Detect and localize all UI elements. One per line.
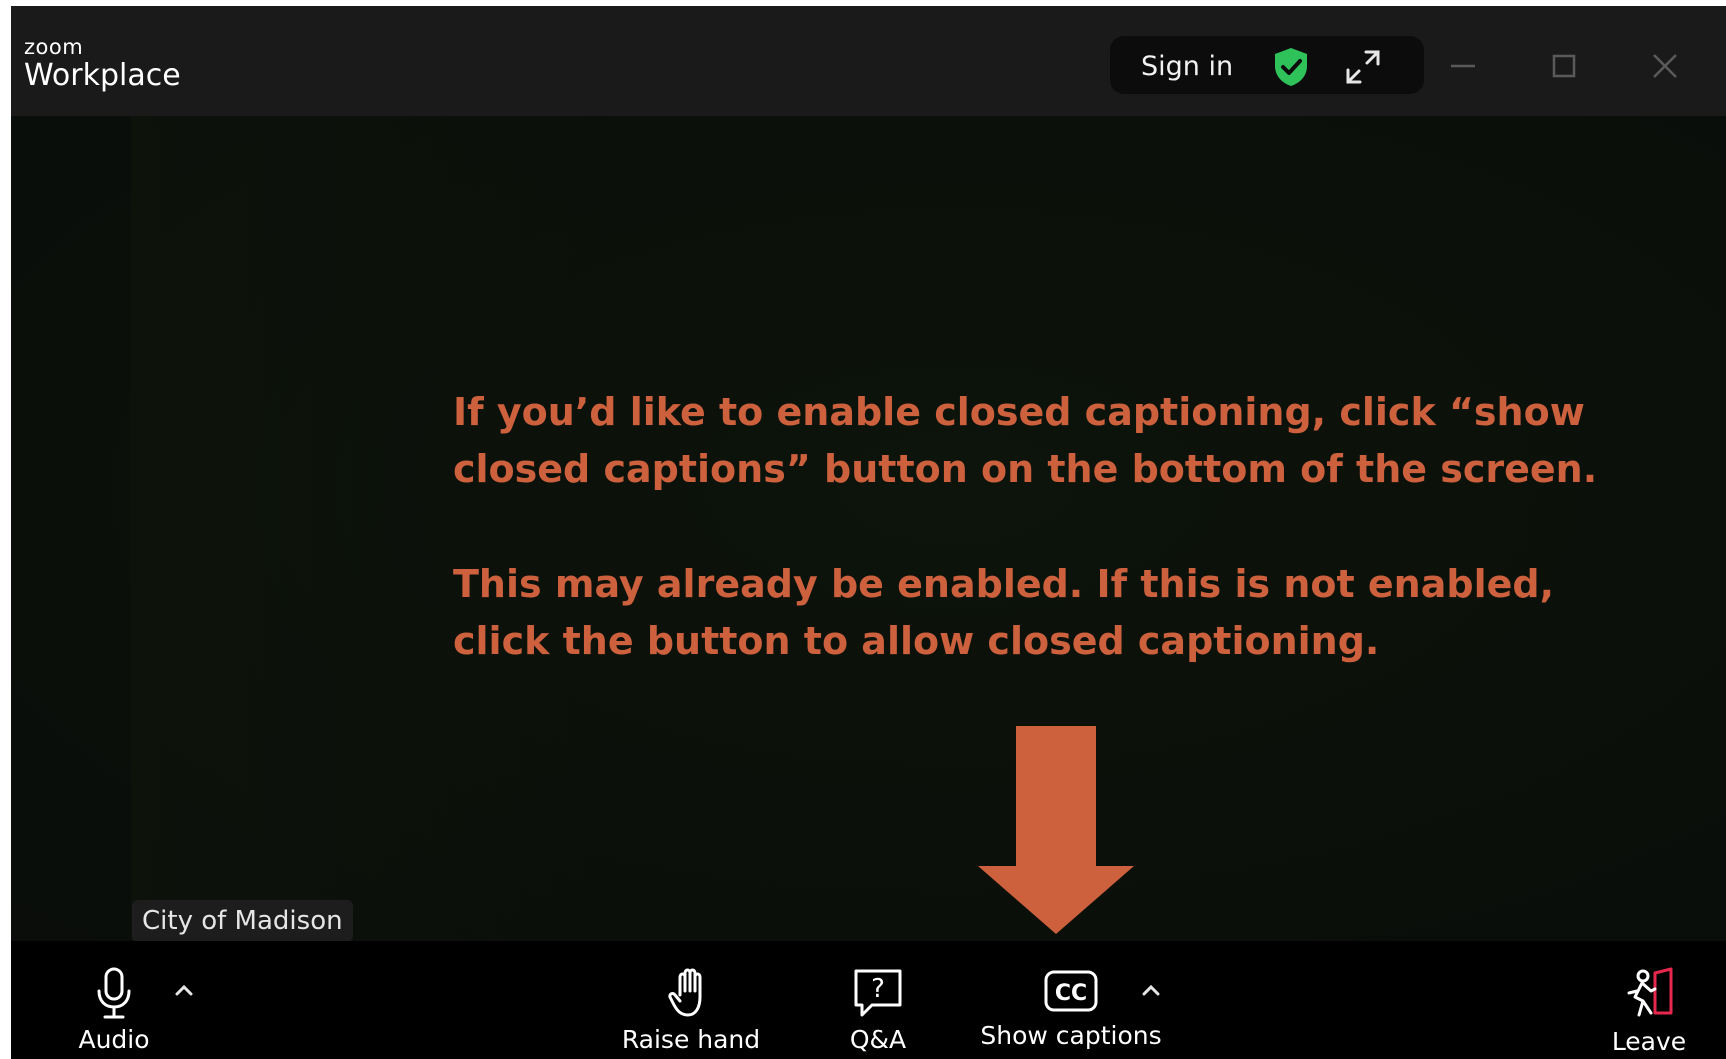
- message-line: This may already be enabled. If this is …: [453, 562, 1554, 606]
- chevron-up-icon[interactable]: [173, 982, 195, 998]
- maximize-icon[interactable]: [1544, 46, 1584, 86]
- show-captions-button[interactable]: CC Show captions: [971, 941, 1171, 1059]
- leave-button[interactable]: Leave: [1594, 941, 1704, 1059]
- qa-label: Q&A: [849, 1025, 907, 1054]
- message-line: closed captions” button on the bottom of…: [453, 447, 1598, 491]
- leave-door-icon: [1627, 967, 1673, 1017]
- microphone-icon: [97, 967, 131, 1019]
- svg-text:CC: CC: [1055, 981, 1087, 1006]
- raise-hand-icon: [668, 968, 702, 1017]
- app-logo: zoom Workplace: [24, 36, 181, 94]
- svg-text:?: ?: [871, 974, 885, 1004]
- leave-label: Leave: [1611, 1027, 1687, 1056]
- shield-check-icon[interactable]: [1271, 46, 1311, 88]
- audio-label: Audio: [78, 1025, 150, 1054]
- sign-in-button[interactable]: Sign in: [1141, 51, 1233, 82]
- audio-button[interactable]: Audio: [59, 941, 169, 1059]
- qa-button[interactable]: ? Q&A: [823, 941, 933, 1059]
- expand-icon[interactable]: [1342, 46, 1384, 88]
- message-line: click the button to allow closed caption…: [453, 619, 1380, 663]
- zoom-window: zoom Workplace Sign in If you’d like to …: [11, 6, 1726, 1059]
- caption-instructions: If you’d like to enable closed captionin…: [453, 384, 1683, 670]
- closed-captions-icon: CC: [1044, 970, 1098, 1012]
- brand-workplace: Workplace: [24, 58, 181, 93]
- message-line: If you’d like to enable closed captionin…: [453, 390, 1585, 434]
- down-arrow-icon: [978, 726, 1134, 934]
- raise-hand-button[interactable]: Raise hand: [616, 941, 766, 1059]
- show-captions-label: Show captions: [980, 1021, 1162, 1050]
- close-icon[interactable]: [1645, 46, 1685, 86]
- participant-name-tag: City of Madison: [132, 900, 353, 942]
- brand-zoom: zoom: [24, 35, 84, 59]
- minimize-icon[interactable]: [1443, 46, 1483, 86]
- chevron-up-icon[interactable]: [1140, 982, 1162, 998]
- raise-hand-label: Raise hand: [621, 1025, 761, 1054]
- question-bubble-icon: ?: [854, 969, 902, 1017]
